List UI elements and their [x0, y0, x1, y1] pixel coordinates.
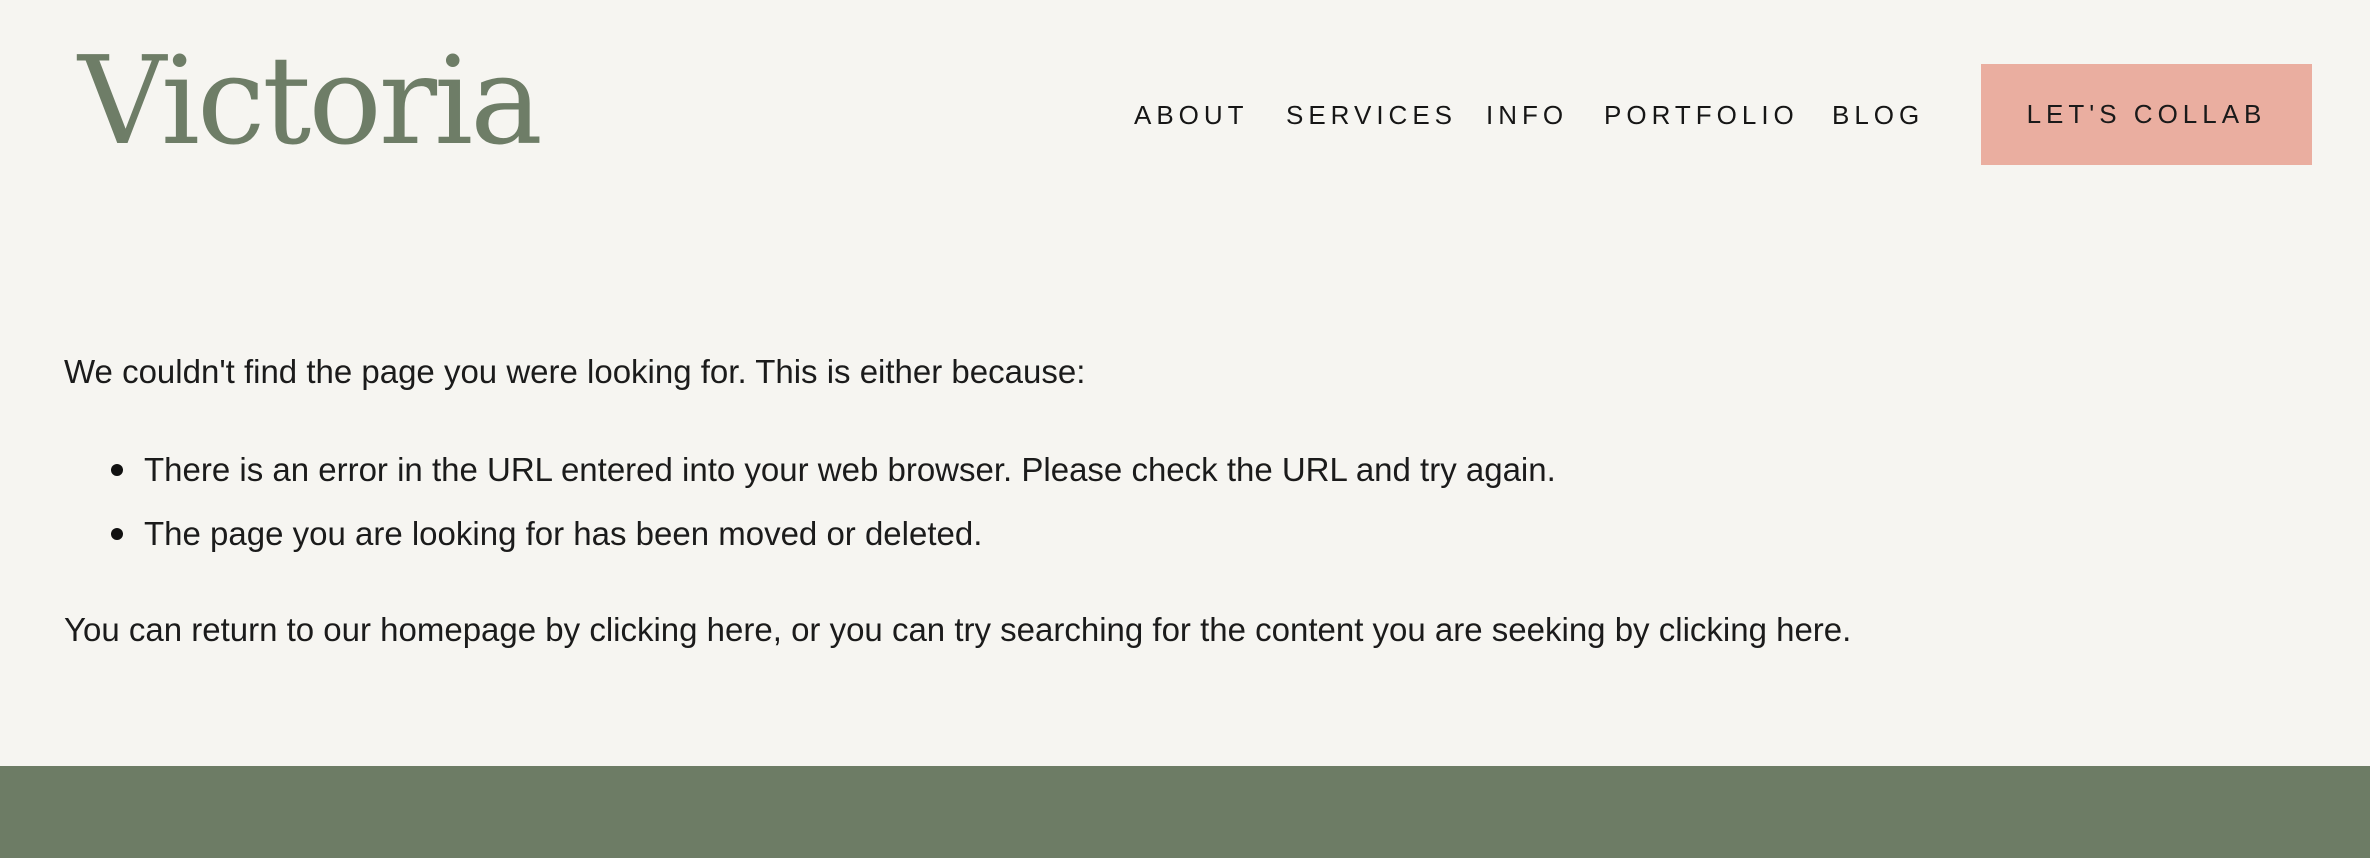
reason-text: There is an error in the URL entered int… — [144, 451, 1556, 488]
outro-text: . — [1842, 611, 1852, 648]
bullet-icon — [111, 528, 123, 540]
homepage-link[interactable]: clicking here — [589, 611, 772, 648]
site-header: Victoria ABOUT SERVICES INFO PORTFOLIO B… — [0, 0, 2370, 230]
list-item: The page you are looking for has been mo… — [64, 510, 1556, 558]
reason-text: The page you are looking for has been mo… — [144, 515, 983, 552]
error-intro-text: We couldn't find the page you were looki… — [64, 353, 1086, 390]
nav-item-about[interactable]: ABOUT — [1134, 97, 1249, 133]
site-footer — [0, 766, 2370, 858]
nav-item-portfolio[interactable]: PORTFOLIO — [1604, 97, 1799, 133]
site-logo[interactable]: Victoria — [78, 40, 543, 162]
bullet-icon — [111, 464, 123, 476]
nav-item-services[interactable]: SERVICES — [1286, 97, 1457, 133]
outro-text: , or you can try searching for the conte… — [772, 611, 1659, 648]
nav-item-info[interactable]: INFO — [1486, 97, 1568, 133]
reason-list: There is an error in the URL entered int… — [64, 446, 1556, 574]
list-item: There is an error in the URL entered int… — [64, 446, 1556, 494]
outro-text: You can return to our homepage by — [64, 611, 590, 648]
nav-item-blog[interactable]: BLOG — [1832, 97, 1924, 133]
search-link[interactable]: clicking here — [1659, 611, 1842, 648]
return-instructions: You can return to our homepage by clicki… — [64, 606, 1851, 654]
lets-collab-button[interactable]: LET'S COLLAB — [1981, 64, 2312, 165]
